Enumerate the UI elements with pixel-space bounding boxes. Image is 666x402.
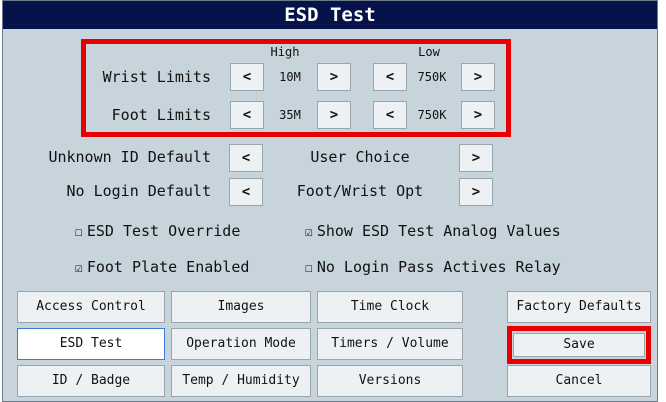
checkbox-label: ESD Test Override bbox=[86, 222, 241, 240]
wrist-high-decrease-button[interactable]: < bbox=[230, 63, 264, 91]
foot-high-increase-button[interactable]: > bbox=[317, 101, 351, 129]
foot-limits-label: Foot Limits bbox=[111, 106, 211, 124]
checkbox-unchecked-icon: ☐ bbox=[75, 225, 83, 240]
foot-low-value: 750K bbox=[417, 108, 447, 122]
wrist-low-value: 750K bbox=[417, 70, 447, 84]
nav-access-control-button[interactable]: Access Control bbox=[17, 291, 165, 323]
checkbox-checked-icon: ☑ bbox=[305, 225, 313, 240]
nav-esd-test-button[interactable]: ESD Test bbox=[17, 328, 165, 360]
unknown-id-default-prev-button[interactable]: < bbox=[229, 144, 263, 172]
wrist-low-increase-button[interactable]: > bbox=[461, 63, 495, 91]
checkbox-label: Show ESD Test Analog Values bbox=[316, 222, 561, 240]
foot-low-increase-button[interactable]: > bbox=[461, 101, 495, 129]
nav-images-button[interactable]: Images bbox=[171, 291, 311, 323]
checkbox-label: No Login Pass Actives Relay bbox=[316, 258, 561, 276]
no-login-default-value: Foot/Wrist Opt bbox=[296, 182, 424, 200]
save-button[interactable]: Save bbox=[513, 333, 645, 357]
no-login-default-prev-button[interactable]: < bbox=[229, 178, 263, 206]
wrist-limits-label: Wrist Limits bbox=[102, 68, 211, 86]
nav-operation-mode-button[interactable]: Operation Mode bbox=[171, 328, 311, 360]
unknown-id-default-label: Unknown ID Default bbox=[48, 148, 211, 166]
factory-defaults-button[interactable]: Factory Defaults bbox=[507, 291, 651, 323]
wrist-high-value: 10M bbox=[279, 70, 301, 84]
no-login-default-next-button[interactable]: > bbox=[459, 178, 493, 206]
nav-temp-humidity-button[interactable]: Temp / Humidity bbox=[171, 365, 311, 397]
unknown-id-default-value: User Choice bbox=[310, 148, 410, 166]
esd-test-panel: ESD Test High Low Wrist Limits < 10M > <… bbox=[2, 0, 658, 402]
foot-plate-enabled-checkbox[interactable]: ☑ Foot Plate Enabled bbox=[75, 257, 249, 279]
show-analog-values-checkbox[interactable]: ☑ Show ESD Test Analog Values bbox=[305, 221, 561, 243]
no-login-default-label: No Login Default bbox=[66, 182, 212, 200]
nav-timers-volume-button[interactable]: Timers / Volume bbox=[317, 328, 463, 360]
nav-time-clock-button[interactable]: Time Clock bbox=[317, 291, 463, 323]
unknown-id-default-next-button[interactable]: > bbox=[459, 144, 493, 172]
esd-test-override-checkbox[interactable]: ☐ ESD Test Override bbox=[75, 221, 240, 243]
nav-versions-button[interactable]: Versions bbox=[317, 365, 463, 397]
wrist-low-decrease-button[interactable]: < bbox=[373, 63, 407, 91]
foot-low-decrease-button[interactable]: < bbox=[373, 101, 407, 129]
window-title: ESD Test bbox=[3, 1, 657, 29]
checkbox-checked-icon: ☑ bbox=[75, 261, 83, 276]
foot-high-value: 35M bbox=[279, 108, 301, 122]
low-column-header: Low bbox=[418, 45, 440, 59]
checkbox-label: Foot Plate Enabled bbox=[86, 258, 250, 276]
wrist-high-increase-button[interactable]: > bbox=[317, 63, 351, 91]
checkbox-unchecked-icon: ☐ bbox=[305, 261, 313, 276]
high-column-header: High bbox=[270, 45, 300, 59]
foot-high-decrease-button[interactable]: < bbox=[230, 101, 264, 129]
nav-id-badge-button[interactable]: ID / Badge bbox=[17, 365, 165, 397]
no-login-pass-actives-relay-checkbox[interactable]: ☐ No Login Pass Actives Relay bbox=[305, 257, 561, 279]
cancel-button[interactable]: Cancel bbox=[507, 365, 651, 397]
